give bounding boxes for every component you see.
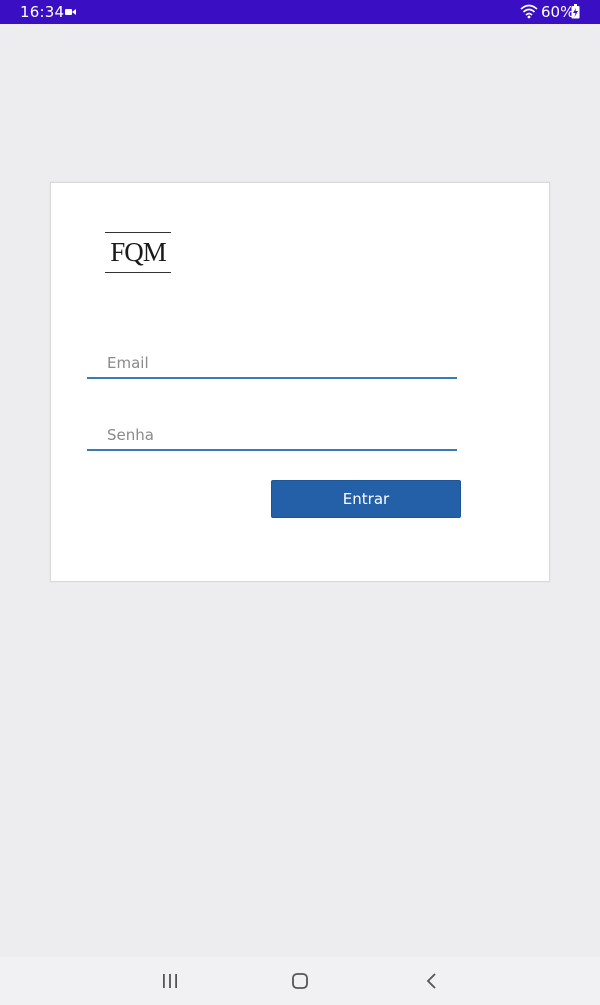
login-card: FQM Entrar bbox=[50, 182, 550, 582]
status-bar: 16:34 60% bbox=[0, 0, 600, 24]
battery-charging-icon bbox=[571, 4, 580, 19]
password-input[interactable] bbox=[107, 424, 437, 446]
video-camera-icon bbox=[65, 9, 76, 15]
fqm-logo: FQM bbox=[105, 232, 171, 274]
logo-top-rule bbox=[105, 232, 171, 233]
wifi-icon bbox=[520, 4, 538, 19]
login-button[interactable]: Entrar bbox=[271, 480, 461, 518]
email-field bbox=[87, 349, 457, 379]
logo-text: FQM bbox=[110, 237, 167, 267]
navigation-bar bbox=[0, 957, 600, 1005]
back-icon[interactable] bbox=[423, 970, 441, 992]
password-field bbox=[87, 421, 457, 451]
status-time: 16:34 bbox=[20, 3, 65, 21]
home-icon[interactable] bbox=[290, 971, 310, 991]
recent-apps-icon[interactable] bbox=[160, 972, 180, 990]
email-input[interactable] bbox=[107, 352, 437, 374]
logo-bottom-rule bbox=[105, 272, 171, 273]
battery-percent: 60% bbox=[541, 3, 575, 21]
